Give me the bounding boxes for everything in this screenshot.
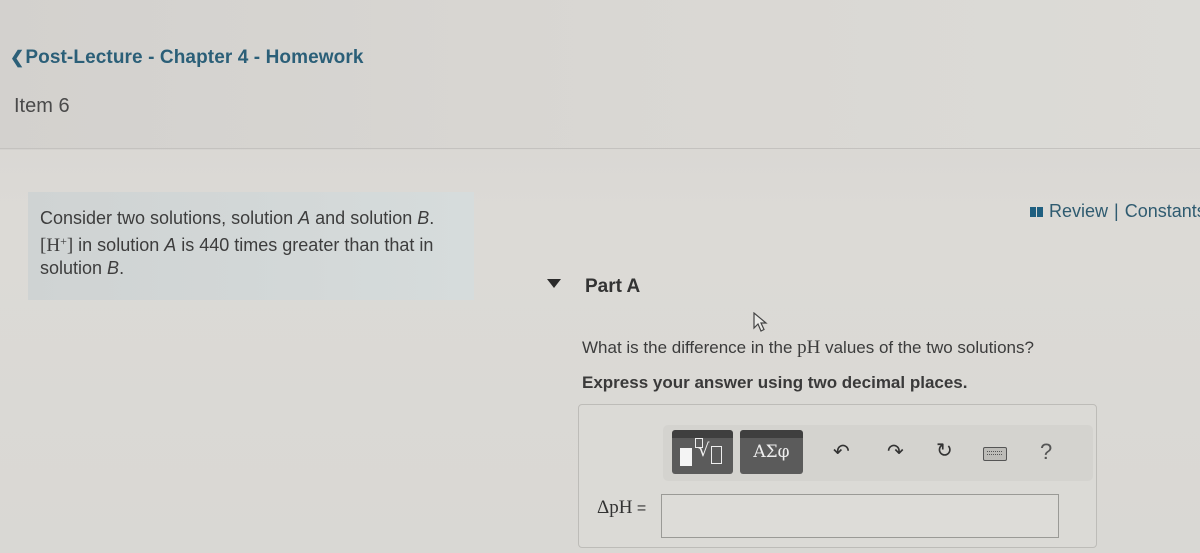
back-link-label: Post-Lecture - Chapter 4 - Homework (25, 47, 364, 68)
resources-links: Review | Constants (1030, 201, 1200, 222)
symbols-button[interactable]: ΑΣφ (740, 430, 803, 474)
book-icon (1030, 206, 1043, 217)
item-label: Item 6 (14, 95, 70, 117)
radical-icon: √ (698, 440, 710, 461)
templates-button[interactable]: √ (672, 430, 733, 474)
constants-link[interactable]: Constants (1125, 201, 1200, 222)
redo-icon[interactable]: ↷ (887, 442, 904, 462)
header-band (0, 0, 1200, 150)
answer-label: ΔpH = (597, 497, 647, 518)
part-a-title[interactable]: Part A (585, 276, 640, 298)
symbols-label: ΑΣφ (753, 442, 790, 462)
keyboard-icon[interactable] (983, 447, 1007, 461)
back-to-assignment-link[interactable]: ❮Post-Lecture - Chapter 4 - Homework (10, 47, 364, 69)
review-link[interactable]: Review (1049, 201, 1108, 222)
problem-line-2: [H+] in solution A is 440 times greater … (40, 234, 434, 256)
reset-icon[interactable]: ↻ (936, 441, 953, 461)
problem-statement: Consider two solutions, solution A and s… (40, 207, 470, 280)
chevron-left-icon: ❮ (10, 48, 25, 67)
link-separator: | (1114, 201, 1119, 221)
h-ion-concentration: [H+] (40, 234, 74, 256)
radicand-box-icon (711, 446, 722, 464)
mouse-cursor-icon (753, 312, 768, 332)
delta-ph-input[interactable] (661, 494, 1059, 538)
template-box-icon (680, 448, 692, 466)
caret-down-icon[interactable] (547, 279, 561, 288)
header-divider (0, 148, 1200, 149)
question-text: What is the difference in the pH values … (582, 337, 1034, 358)
help-icon[interactable]: ? (1040, 441, 1052, 463)
problem-line-1: Consider two solutions, solution A and s… (40, 208, 435, 228)
undo-icon[interactable]: ↶ (833, 442, 850, 462)
problem-line-3: solution B. (40, 258, 125, 278)
instruction-text: Express your answer using two decimal pl… (582, 373, 968, 392)
